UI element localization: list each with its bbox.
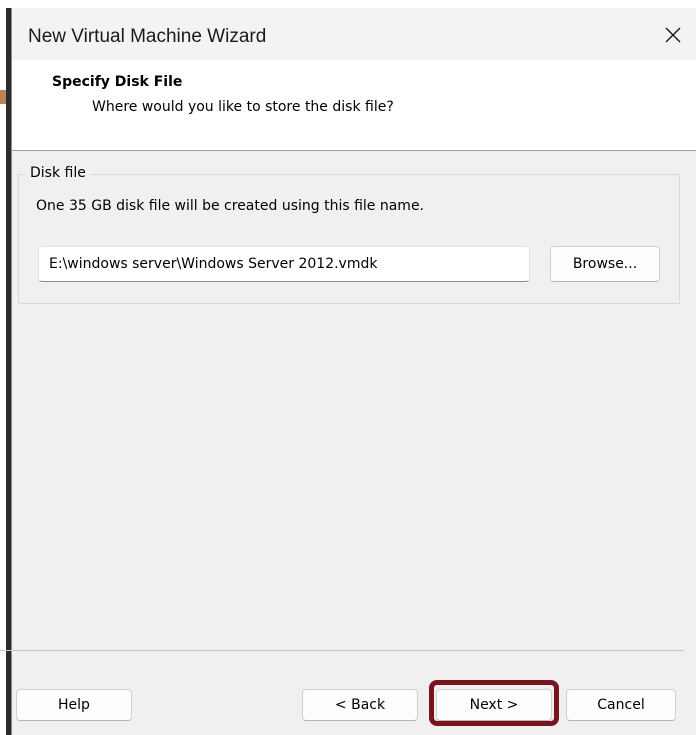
background-window-edge xyxy=(0,0,11,735)
close-button[interactable] xyxy=(658,20,688,50)
disk-file-path-input[interactable] xyxy=(38,246,530,282)
browse-button[interactable]: Browse... xyxy=(550,246,660,282)
page-subtitle: Where would you like to store the disk f… xyxy=(92,99,394,115)
cancel-button[interactable]: Cancel xyxy=(566,689,676,721)
disk-file-description: One 35 GB disk file will be created usin… xyxy=(36,198,425,214)
help-button[interactable]: Help xyxy=(16,689,132,721)
background-window-mark xyxy=(0,90,6,104)
footer-divider xyxy=(0,650,684,651)
page-title: Specify Disk File xyxy=(52,74,183,90)
wizard-dialog: New Virtual Machine Wizard Specify Disk … xyxy=(11,8,696,735)
back-button[interactable]: < Back xyxy=(302,689,418,721)
disk-file-groupbox xyxy=(18,174,680,304)
window-title: New Virtual Machine Wizard xyxy=(28,26,267,47)
wizard-header: Specify Disk File Where would you like t… xyxy=(12,60,696,151)
close-icon xyxy=(665,27,681,43)
next-button[interactable]: Next > xyxy=(436,689,552,721)
disk-file-group-label: Disk file xyxy=(26,165,90,181)
title-bar[interactable]: New Virtual Machine Wizard xyxy=(12,8,696,60)
